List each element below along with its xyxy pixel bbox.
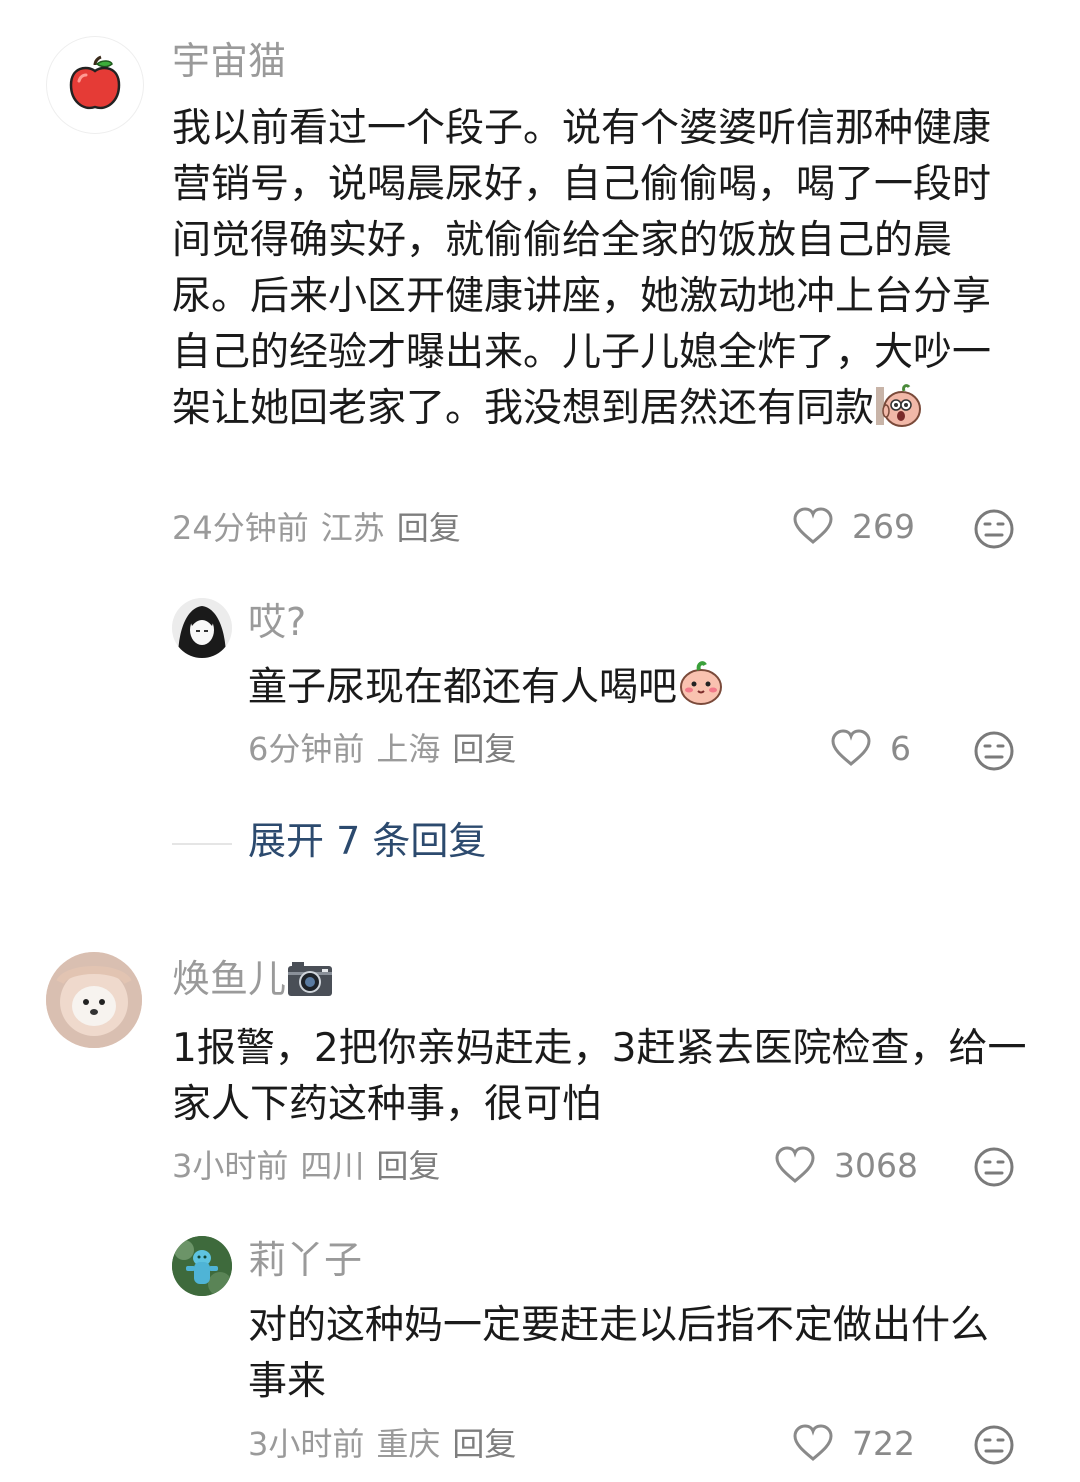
reply-button[interactable]: 回复: [452, 730, 516, 768]
reply-button[interactable]: 回复: [452, 1425, 516, 1463]
location: 江苏: [320, 509, 385, 547]
blushing-emoji-icon: [680, 661, 723, 705]
camera-icon: [288, 962, 333, 996]
like-count: 6: [890, 728, 911, 768]
reply-meta: 6分钟前 上海 回复: [248, 733, 528, 765]
like-button[interactable]: 6: [830, 729, 911, 767]
reply-button[interactable]: 回复: [397, 509, 461, 547]
expand-replies-button[interactable]: 展开 7 条回复: [248, 822, 486, 860]
apple-icon: [69, 55, 121, 110]
puppy-avatar-icon: [46, 952, 142, 1048]
comment-item: 宇宙猫 我以前看过一个段子。说有个婆婆听信那种健康营销号，说喝晨尿好，自己偷偷喝…: [0, 0, 1080, 900]
timestamp: 6分钟前: [248, 730, 365, 768]
location: 重庆: [376, 1425, 441, 1463]
avatar[interactable]: [46, 952, 142, 1048]
username[interactable]: 莉丫子: [248, 1241, 362, 1279]
like-button[interactable]: 3068: [774, 1146, 918, 1184]
timestamp: 3小时前: [248, 1425, 365, 1463]
reply-button[interactable]: 回复: [376, 1147, 440, 1185]
avatar[interactable]: [46, 36, 144, 134]
dislike-face-icon[interactable]: [973, 508, 1015, 550]
timestamp: 3小时前: [172, 1147, 289, 1185]
comment-text: 我以前看过一个段子。说有个婆婆听信那种健康营销号，说喝晨尿好，自己偷偷喝，喝了一…: [172, 106, 992, 431]
avatar[interactable]: [172, 598, 232, 658]
like-count: 269: [852, 506, 915, 546]
heart-icon: [831, 729, 871, 766]
comment-text: 1报警，2把你亲妈赶走，3赶紧去医院检查，给一家人下药这种事，很可怕: [172, 1026, 1027, 1127]
reply-meta: 3小时前 重庆 回复: [248, 1428, 528, 1460]
dislike-face-icon[interactable]: [973, 730, 1015, 772]
comment-meta: 3小时前 四川 回复: [172, 1150, 452, 1182]
reply-text: 童子尿现在都还有人喝吧: [248, 660, 1028, 716]
blue-figure-avatar-icon: [172, 1236, 232, 1296]
location: 上海: [376, 730, 441, 768]
heart-icon: [775, 1146, 815, 1183]
reply-text: 对的这种妈一定要赶走以后指不定做出什么事来: [248, 1303, 990, 1404]
like-count: 3068: [834, 1145, 918, 1185]
location: 四川: [300, 1147, 365, 1185]
anime-avatar-icon: [172, 598, 232, 658]
username[interactable]: 哎?: [248, 603, 306, 641]
username[interactable]: 焕鱼儿: [172, 958, 334, 998]
like-count: 722: [852, 1423, 915, 1463]
avatar[interactable]: [172, 1236, 232, 1296]
dislike-face-icon[interactable]: [973, 1146, 1015, 1188]
dislike-face-icon[interactable]: [973, 1424, 1015, 1466]
like-button[interactable]: 722: [792, 1424, 915, 1462]
like-button[interactable]: 269: [792, 507, 915, 545]
timestamp: 24分钟前: [172, 509, 309, 547]
divider: [172, 843, 232, 845]
comment-meta: 24分钟前 江苏 回复: [172, 512, 473, 544]
heart-icon: [793, 507, 833, 544]
username[interactable]: 宇宙猫: [172, 42, 286, 80]
peeking-emoji-icon: [876, 384, 922, 427]
heart-icon: [793, 1424, 833, 1461]
